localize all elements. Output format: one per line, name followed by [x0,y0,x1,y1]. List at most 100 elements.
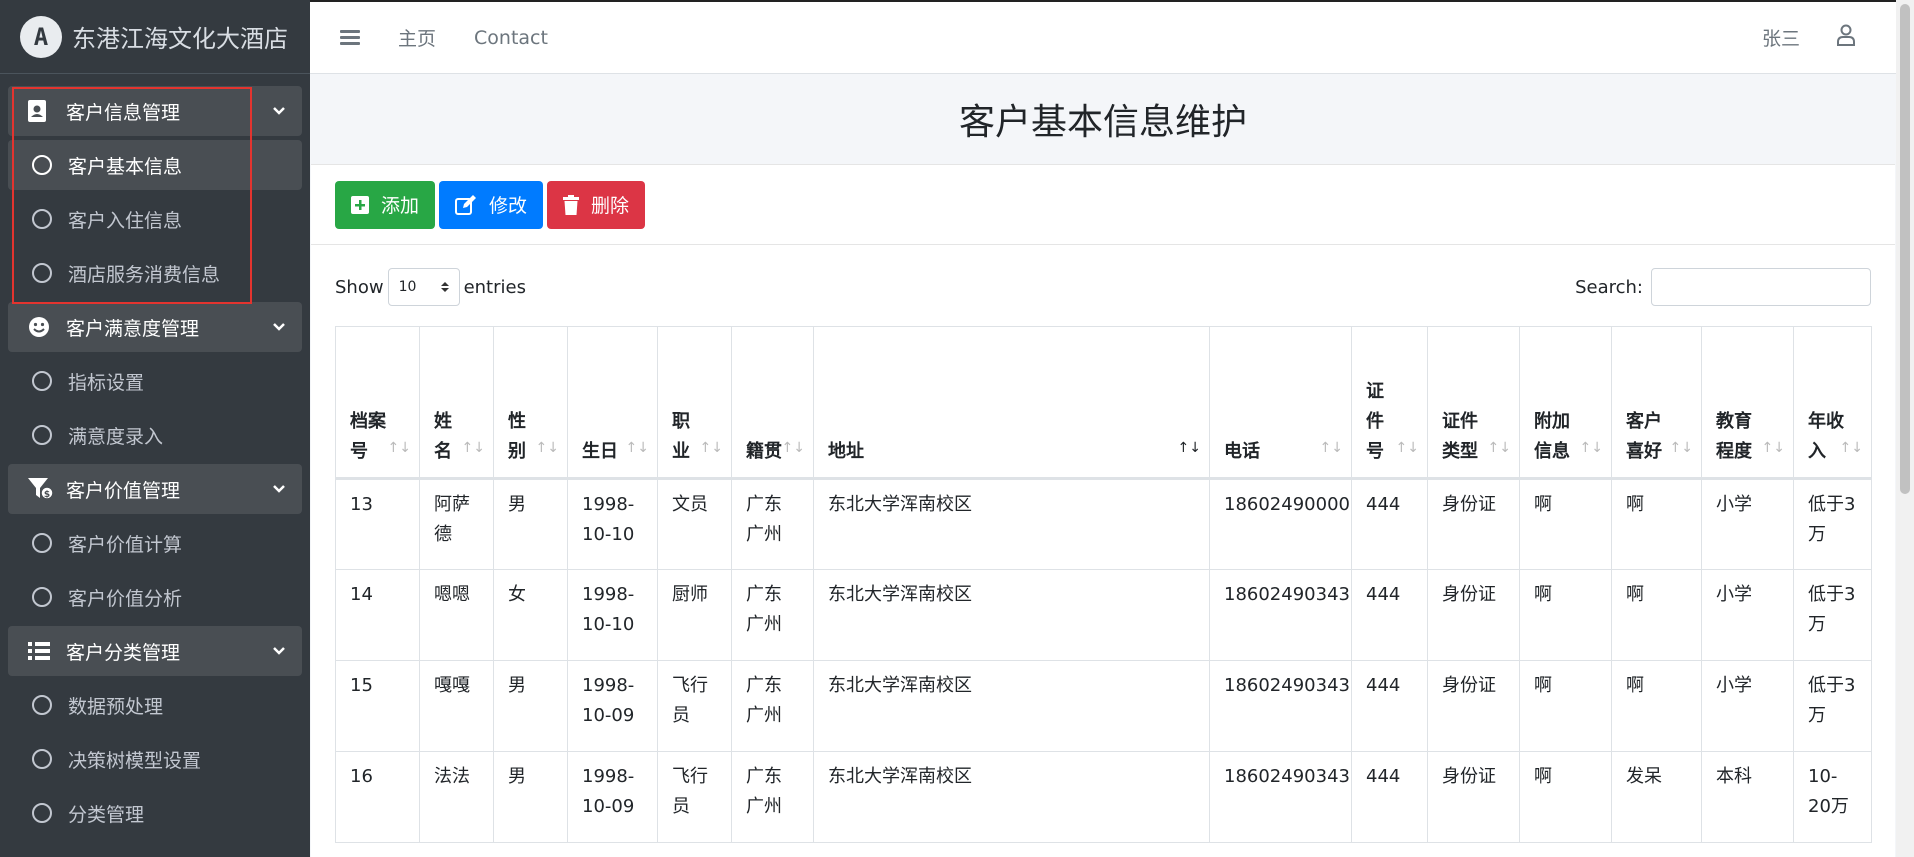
table-cell: 444 [1351,660,1428,752]
sidebar-item-label: 数据预处理 [68,695,164,718]
table-cell: 发呆 [1611,751,1702,843]
nav-group-classification[interactable]: 客户分类管理 [8,626,302,676]
column-header-label: 职业 [672,411,690,462]
list-icon [28,641,56,661]
column-header-label: 教育程度 [1716,411,1752,462]
table-cell: 东北大学浑南校区 [813,569,1210,661]
table-cell: 低于3万 [1793,478,1872,570]
sort-icon: ↑↓ [625,440,649,456]
table-cell: 身份证 [1427,660,1520,752]
column-header-label: 姓名 [434,411,452,462]
user-name[interactable]: 张三 [1762,24,1800,51]
column-header[interactable]: 姓名 ↑↓ [419,326,494,480]
plus-square-icon [351,195,369,214]
sidebar-item-classification-management[interactable]: 分类管理 [8,788,302,838]
sidebar-item-customer-basic-info[interactable]: 客户基本信息 [8,140,302,190]
column-header[interactable]: 证件类型 ↑↓ [1427,326,1520,480]
page-length-select[interactable]: 10 [387,268,460,306]
sort-icon: ↑↓ [1669,440,1693,456]
table-cell: 1998-10-10 [567,569,658,661]
sidebar-item-checkin-info[interactable]: 客户入住信息 [8,194,302,244]
smile-icon [28,316,56,338]
nav-group-customer-info[interactable]: 客户信息管理 [8,86,302,136]
sidebar-item-decision-tree-settings[interactable]: 决策树模型设置 [8,734,302,784]
nav-link-home[interactable]: 主页 [398,24,436,51]
table-cell: 啊 [1519,660,1612,752]
delete-button[interactable]: 删除 [547,180,646,229]
table-cell: 东北大学浑南校区 [813,751,1210,843]
column-header[interactable]: 地址 ↑↓ [813,326,1210,480]
table-cell: 小学 [1701,660,1794,752]
nav-link-contact[interactable]: Contact [474,27,548,49]
nav-group-label: 客户价值管理 [66,479,181,502]
table-cell: 法法 [419,751,494,843]
sidebar-item-satisfaction-entry[interactable]: 满意度录入 [8,410,302,460]
table-cell: 444 [1351,569,1428,661]
table-cell: 低于3万 [1793,569,1872,661]
sidebar-item-service-consumption[interactable]: 酒店服务消费信息 [8,248,302,298]
column-header[interactable]: 证件号 ↑↓ [1351,326,1428,480]
circle-icon [32,425,52,445]
column-header[interactable]: 年收入 ↑↓ [1793,326,1872,480]
sidebar-item-indicator-settings[interactable]: 指标设置 [8,356,302,406]
sort-icon: ↑↓ [535,440,559,456]
chevron-down-icon [273,323,285,331]
page-title: 客户基本信息维护 [958,102,1247,143]
sort-icon: ↑↓ [461,440,485,456]
edit-button[interactable]: 修改 [439,180,544,229]
nav-group-satisfaction[interactable]: 客户满意度管理 [8,302,302,352]
table-row[interactable]: 14 嗯嗯女 1998-10-10 厨师 广东广州 东北大学浑南校区 18602490343… [335,569,1872,661]
table-cell: 18602490000 [1209,478,1352,570]
table-row[interactable]: 15 嘎嘎男 1998-10-09 飞行员 广东广州 东北大学浑南校区 1860249034… [335,660,1872,752]
table-row[interactable]: 13 阿萨德男 1998-10-10 文员 广东广州 东北大学浑南校区 1860249000… [335,478,1872,570]
column-header[interactable]: 附加信息 ↑↓ [1519,326,1612,480]
search-input[interactable] [1651,268,1871,306]
table-row[interactable]: 16 法法男 1998-10-09 飞行员 广东广州 东北大学浑南校区 1860249034… [335,751,1872,843]
column-header-label: 生日 [582,441,618,462]
svg-text:$: $ [44,490,50,500]
table-cell: 东北大学浑南校区 [813,478,1210,570]
sort-icon: ↑↓ [1177,440,1201,456]
page-scrollbar[interactable] [1896,0,1914,857]
sidebar-item-label: 客户基本信息 [68,155,183,178]
table-cell: 广东广州 [731,751,814,843]
sidebar-item-value-calculation[interactable]: 客户价值计算 [8,518,302,568]
user-icon[interactable] [1836,24,1856,51]
column-header[interactable]: 职业 ↑↓ [657,326,732,480]
brand-name: 东港江海文化大酒店 [72,25,288,53]
sort-icon: ↑↓ [1579,440,1603,456]
column-header[interactable]: 生日 ↑↓ [567,326,658,480]
entries-label: entries [463,276,526,298]
sort-icon: ↑↓ [387,440,411,456]
chevron-down-icon [273,485,285,493]
brand[interactable]: A 东港江海文化大酒店 [0,0,310,74]
table-cell: 飞行员 [657,660,732,752]
sidebar-item-data-preprocessing[interactable]: 数据预处理 [8,680,302,730]
scrollbar-thumb[interactable] [1900,4,1910,494]
add-button-label: 添加 [381,195,420,217]
column-header[interactable]: 性别 ↑↓ [493,326,568,480]
chevron-down-icon [273,107,285,115]
sidebar-item-label: 客户入住信息 [68,209,183,232]
table-cell: 1998-10-09 [567,660,658,752]
table-cell: 小学 [1701,478,1794,570]
column-header[interactable]: 电话 ↑↓ [1209,326,1352,480]
table-cell: 嘎嘎 [419,660,494,752]
action-toolbar: 添加 修改 删除 [311,165,1895,245]
sort-icon: ↑↓ [1319,440,1343,456]
column-header[interactable]: 教育程度 ↑↓ [1701,326,1794,480]
table-cell: 13 [335,478,420,570]
sort-icon: ↑↓ [1487,440,1511,456]
column-header-label: 证件号 [1366,381,1384,462]
column-header[interactable]: 籍贯 ↑↓ [731,326,814,480]
sidebar-item-value-analysis[interactable]: 客户价值分析 [8,572,302,622]
column-header[interactable]: 档案号 ↑↓ [335,326,420,480]
table-cell: 女 [493,569,568,661]
nav-group-value[interactable]: $ 客户价值管理 [8,464,302,514]
column-header[interactable]: 客户喜好 ↑↓ [1611,326,1702,480]
page-length-value: 10 [398,279,417,295]
sidebar-item-label: 决策树模型设置 [68,749,202,772]
table-cell: 厨师 [657,569,732,661]
add-button[interactable]: 添加 [335,180,436,229]
menu-toggle-icon[interactable] [340,27,360,48]
